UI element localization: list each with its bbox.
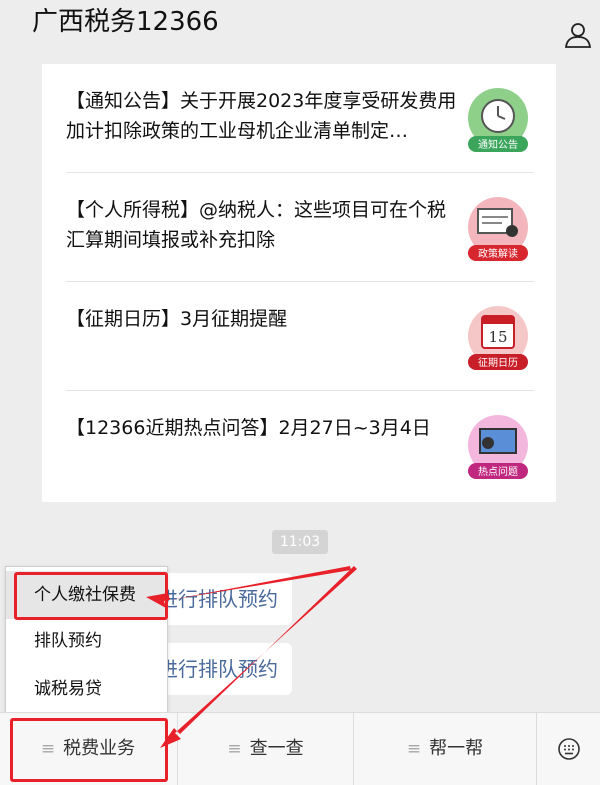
- hamburger-icon: ≡: [227, 739, 242, 759]
- article-title: 【征期日历】3月征期提醒: [66, 308, 288, 330]
- submenu-item-queue-booking[interactable]: 排队预约: [6, 617, 167, 665]
- article-item[interactable]: 【12366近期热点问答】2月27日~3月4日 热点问题: [66, 391, 534, 499]
- hot-questions-thumbnail-icon: 热点问题: [468, 415, 528, 479]
- bubble-link-text[interactable]: 进行排队预约: [158, 643, 278, 695]
- menu-label: 查一查: [249, 738, 304, 759]
- hamburger-icon: ≡: [406, 739, 422, 759]
- keyboard-toggle-button[interactable]: [536, 713, 600, 785]
- annotation-box-menu: [10, 718, 168, 782]
- notice-thumbnail-icon: 通知公告: [468, 88, 528, 152]
- article-item[interactable]: 【个人所得税】@纳税人：这些项目可在个税汇算期间填报或补充扣除 政策解读: [66, 173, 534, 282]
- thumbnail-badge-label: 政策解读: [478, 247, 518, 260]
- submenu-item-credit-loan[interactable]: 诚税易贷: [6, 665, 167, 713]
- message-timestamp: 11:03: [272, 530, 328, 554]
- article-title: 【通知公告】关于开展2023年度享受研发费用加计扣除政策的工业母机企业清单制定…: [66, 90, 457, 142]
- page-title: 广西税务12366: [32, 7, 219, 37]
- calendar-thumbnail-icon: 15 征期日历: [468, 306, 528, 370]
- article-title: 【个人所得税】@纳税人：这些项目可在个税汇算期间填报或补充扣除: [66, 199, 447, 251]
- keyboard-icon: [558, 738, 580, 760]
- thumbnail-badge-label: 征期日历: [478, 357, 518, 369]
- article-card: 【通知公告】关于开展2023年度享受研发费用加计扣除政策的工业母机企业清单制定……: [42, 64, 556, 502]
- bubble-link-text[interactable]: 进行排队预约: [158, 573, 278, 625]
- annotation-box-submenu: [14, 572, 168, 620]
- article-item[interactable]: 【征期日历】3月征期提醒 15 征期日历: [66, 282, 534, 391]
- calendar-day-label: 15: [488, 328, 507, 346]
- article-title: 【12366近期热点问答】2月27日~3月4日: [66, 417, 431, 439]
- thumbnail-badge-label: 热点问题: [478, 465, 518, 478]
- policy-thumbnail-icon: 政策解读: [468, 197, 528, 261]
- menu-lookup[interactable]: ≡ 查一查: [177, 713, 353, 785]
- chat-header: 广西税务12366: [0, 0, 600, 60]
- article-item[interactable]: 【通知公告】关于开展2023年度享受研发费用加计扣除政策的工业母机企业清单制定……: [66, 64, 534, 173]
- profile-icon[interactable]: [563, 20, 593, 50]
- menu-help[interactable]: ≡ 帮一帮: [353, 713, 536, 785]
- thumbnail-badge-label: 通知公告: [478, 138, 518, 151]
- menu-label: 帮一帮: [429, 738, 484, 759]
